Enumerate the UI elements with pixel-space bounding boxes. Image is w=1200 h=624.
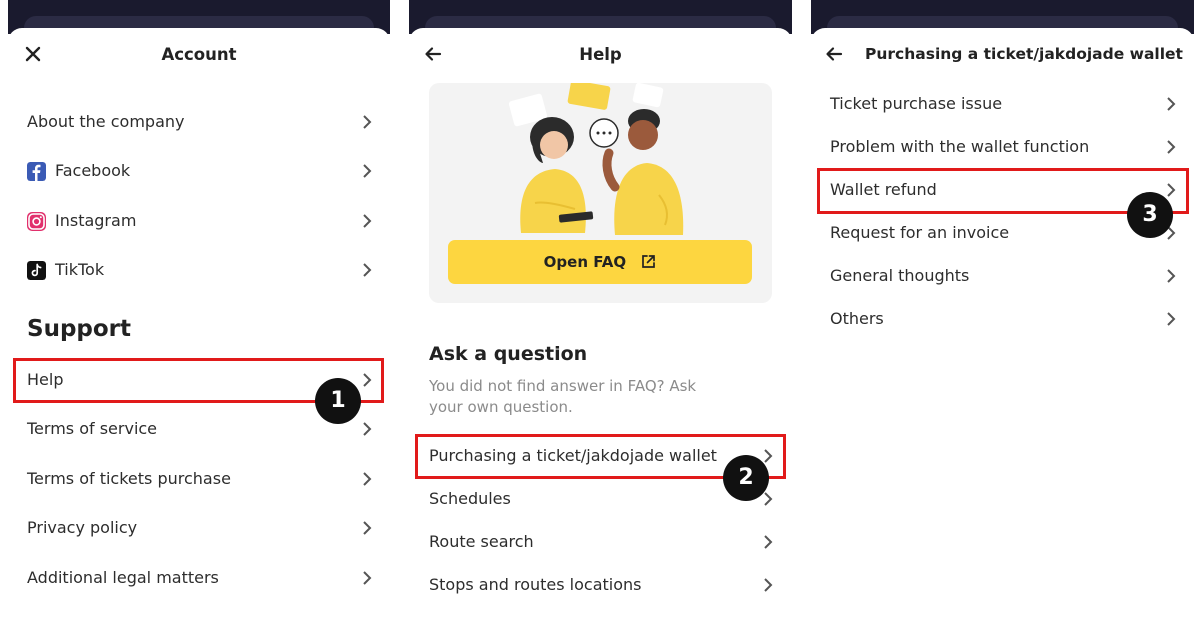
menu-item-label: Facebook [55, 161, 131, 180]
menu-item-label: TikTok [55, 260, 105, 279]
menu-item-ticket-purchase-issue[interactable]: Ticket purchase issue [811, 85, 1194, 125]
section-heading-support: Support [27, 316, 132, 342]
menu-item-about[interactable]: About the company [8, 103, 390, 143]
menu-item-label: General thoughts [830, 266, 970, 285]
chevron-right-icon [764, 535, 773, 549]
tiktok-icon [27, 261, 46, 280]
chevron-right-icon [363, 115, 372, 129]
open-faq-button[interactable]: Open FAQ [448, 240, 752, 284]
page-title: Purchasing a ticket/jakdojade wallet [865, 45, 1183, 63]
purchasing-screen: Purchasing a ticket/jakdojade wallet Tic… [811, 0, 1194, 624]
chevron-right-icon [363, 214, 372, 228]
instagram-icon [27, 212, 46, 231]
menu-item-label: Route search [429, 532, 534, 551]
menu-item-general-thoughts[interactable]: General thoughts [811, 257, 1194, 297]
menu-item-label: Others [830, 309, 884, 328]
back-arrow-icon[interactable] [824, 44, 844, 64]
menu-item-label: Schedules [429, 489, 511, 508]
chevron-right-icon [363, 472, 372, 486]
menu-item-facebook[interactable]: Facebook [8, 152, 390, 192]
section-heading-ask: Ask a question [429, 343, 588, 365]
menu-item-others[interactable]: Others [811, 300, 1194, 340]
external-link-icon [642, 255, 656, 268]
chevron-right-icon [1167, 269, 1176, 283]
chevron-right-icon [363, 263, 372, 277]
menu-item-label: Instagram [55, 211, 137, 230]
chevron-right-icon [1167, 97, 1176, 111]
chevron-right-icon [363, 164, 372, 178]
chevron-right-icon [1167, 312, 1176, 326]
chevron-right-icon [764, 578, 773, 592]
menu-item-instagram[interactable]: Instagram [8, 202, 390, 242]
step-badge-2: 2 [723, 455, 769, 501]
step-badge-1: 1 [315, 378, 361, 424]
menu-item-label: Stops and routes locations [429, 575, 642, 594]
menu-item-legal-matters[interactable]: Additional legal matters [8, 559, 390, 599]
ask-hint-text: You did not find answer in FAQ? Ask your… [429, 377, 697, 416]
step-badge-3: 3 [1127, 192, 1173, 238]
menu-item-privacy-policy[interactable]: Privacy policy [8, 509, 390, 549]
menu-item-label: About the company [27, 112, 185, 131]
menu-item-label: Terms of service [27, 419, 158, 438]
faq-illustration [508, 83, 684, 235]
menu-item-label: Problem with the wallet function [830, 137, 1090, 156]
menu-item-wallet-function[interactable]: Problem with the wallet function [811, 128, 1194, 168]
chevron-right-icon [1167, 140, 1176, 154]
chevron-right-icon [363, 571, 372, 585]
menu-item-label: Request for an invoice [830, 223, 1010, 242]
chevron-right-icon [363, 422, 372, 436]
page-title: Help [579, 45, 622, 64]
chevron-right-icon [363, 521, 372, 535]
menu-item-label: Privacy policy [27, 518, 138, 537]
account-screen: Account About the company Facebook Insta… [8, 0, 390, 624]
menu-item-label: Ticket purchase issue [830, 94, 1003, 113]
menu-item-label: Terms of tickets purchase [27, 469, 231, 488]
facebook-icon [27, 162, 46, 181]
menu-item-label: Additional legal matters [27, 568, 219, 587]
open-faq-label: Open FAQ [543, 253, 627, 271]
menu-item-terms-of-tickets[interactable]: Terms of tickets purchase [8, 460, 390, 500]
menu-item-stops-locations[interactable]: Stops and routes locations [409, 566, 792, 606]
menu-item-route-search[interactable]: Route search [409, 523, 792, 563]
page-title: Account [161, 45, 237, 64]
menu-item-tiktok[interactable]: TikTok [8, 251, 390, 291]
